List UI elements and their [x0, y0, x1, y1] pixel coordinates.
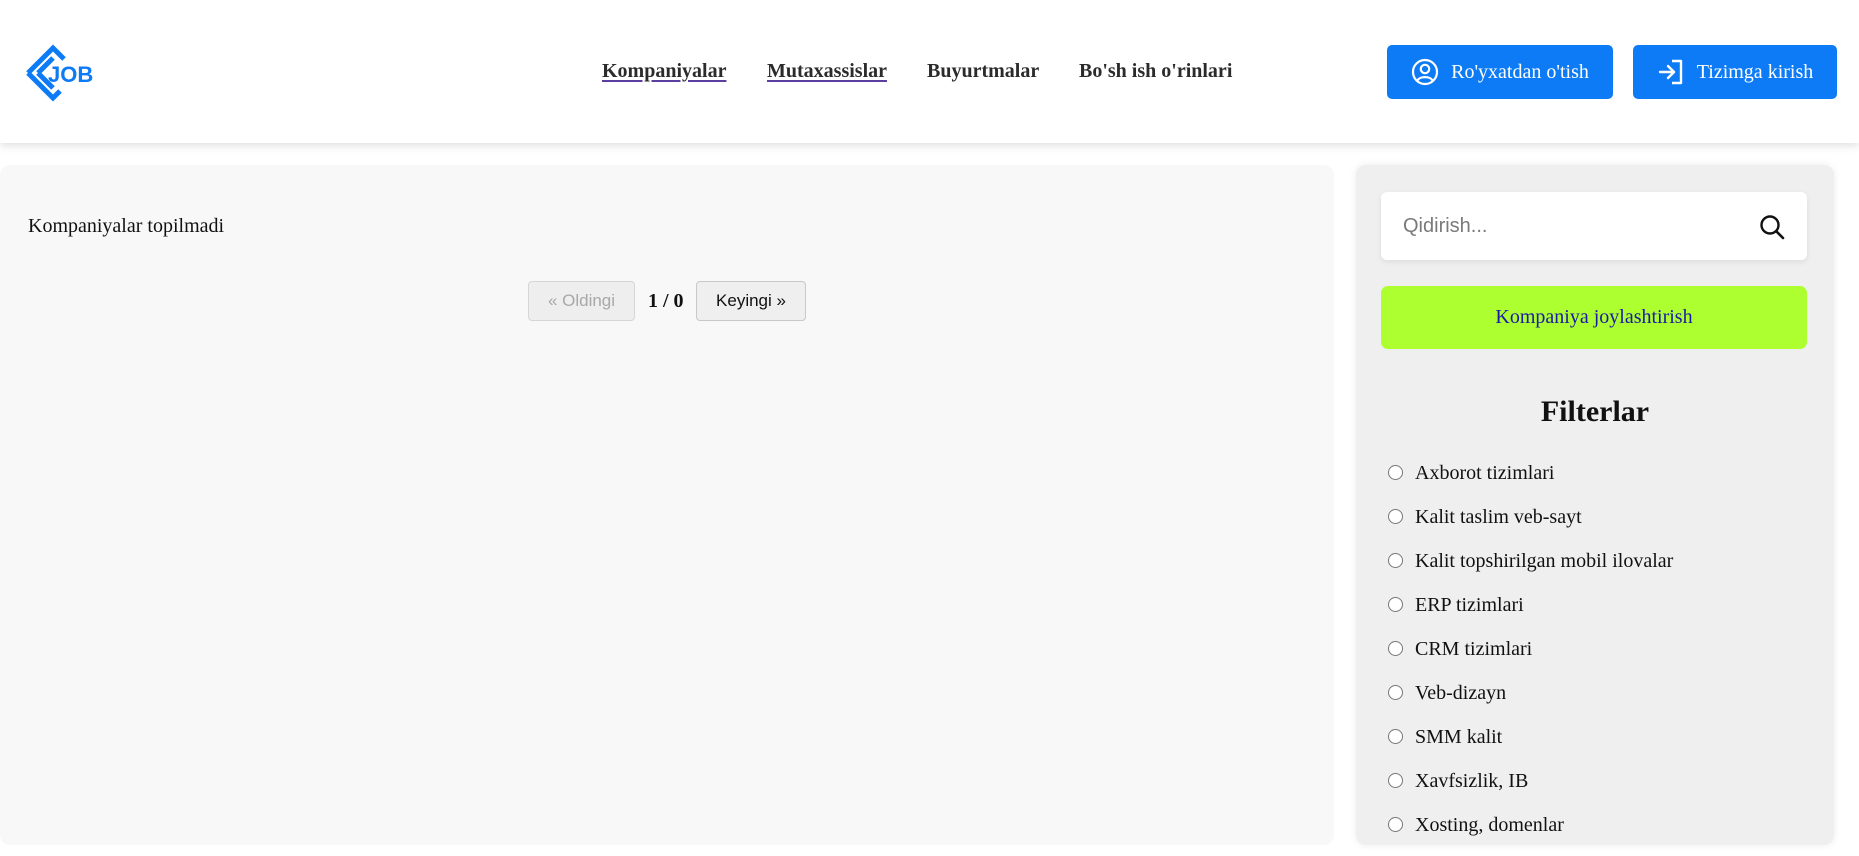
radio-button[interactable] [1388, 773, 1403, 788]
search-icon[interactable] [1759, 214, 1785, 240]
filter-label: Axborot tizimlari [1415, 462, 1555, 484]
site-header: JOB Kompaniyalar Mutaxassislar Buyurtmal… [0, 0, 1859, 143]
filter-item[interactable]: Veb-dizayn [1386, 680, 1826, 724]
filter-list: Axborot tizimlari Kalit taslim veb-sayt … [1386, 460, 1826, 856]
page-indicator: 1 / 0 [648, 290, 684, 312]
pagination: « Oldingi 1 / 0 Keyingi » [0, 281, 1334, 323]
filters-title: Filterlar [1540, 395, 1650, 428]
companies-panel: Kompaniyalar topilmadi « Oldingi 1 / 0 K… [0, 165, 1334, 845]
job-logo[interactable]: JOB [24, 42, 98, 104]
radio-button[interactable] [1388, 729, 1403, 744]
radio-button[interactable] [1388, 553, 1403, 568]
filter-item[interactable]: Xavfsizlik, IB [1386, 768, 1826, 812]
user-circle-icon [1412, 58, 1439, 86]
search-input[interactable] [1381, 192, 1741, 260]
post-company-button[interactable]: Kompaniya joylashtirish [1381, 286, 1807, 349]
next-page-button[interactable]: Keyingi » [696, 281, 806, 321]
radio-button[interactable] [1388, 509, 1403, 524]
radio-button[interactable] [1388, 685, 1403, 700]
filter-label: ERP tizimlari [1415, 594, 1524, 616]
filter-label: Veb-dizayn [1415, 682, 1507, 704]
empty-message: Kompaniyalar topilmadi [28, 215, 225, 237]
filter-item[interactable]: ERP tizimlari [1386, 592, 1826, 636]
login-label: Tizimga kirish [1696, 60, 1814, 83]
prev-page-button[interactable]: « Oldingi [528, 281, 635, 321]
filter-label: Xosting, domenlar [1415, 814, 1564, 836]
filter-item[interactable]: Kalit topshirilgan mobil ilovalar [1386, 548, 1826, 592]
filter-item[interactable]: Kalit taslim veb-sayt [1386, 504, 1826, 548]
logo-text: JOB [48, 62, 93, 87]
filter-sidebar: Kompaniya joylashtirish Filterlar Axboro… [1356, 165, 1834, 845]
register-button[interactable]: Ro'yxatdan o'tish [1387, 45, 1613, 99]
nav-link-mutaxassislar[interactable]: Mutaxassislar [767, 58, 887, 84]
nav-link-kompaniyalar[interactable]: Kompaniyalar [602, 58, 726, 84]
search-box [1381, 192, 1807, 260]
nav-link-buyurtmalar[interactable]: Buyurtmalar [927, 58, 1039, 84]
nav-link-vacancies[interactable]: Bo'sh ish o'rinlari [1079, 58, 1232, 84]
filter-item[interactable]: Xosting, domenlar [1386, 812, 1826, 856]
filter-item[interactable]: CRM tizimlari [1386, 636, 1826, 680]
login-icon [1658, 59, 1682, 85]
radio-button[interactable] [1388, 465, 1403, 480]
filter-item[interactable]: Axborot tizimlari [1386, 460, 1826, 504]
radio-button[interactable] [1388, 817, 1403, 832]
filter-label: SMM kalit [1415, 726, 1503, 748]
register-label: Ro'yxatdan o'tish [1451, 60, 1589, 83]
filter-label: Kalit topshirilgan mobil ilovalar [1415, 550, 1674, 572]
radio-button[interactable] [1388, 597, 1403, 612]
filter-item[interactable]: SMM kalit [1386, 724, 1826, 768]
filter-label: Kalit taslim veb-sayt [1415, 506, 1582, 528]
login-button[interactable]: Tizimga kirish [1633, 45, 1837, 99]
filter-label: CRM tizimlari [1415, 638, 1533, 660]
radio-button[interactable] [1388, 641, 1403, 656]
filter-label: Xavfsizlik, IB [1415, 770, 1529, 792]
